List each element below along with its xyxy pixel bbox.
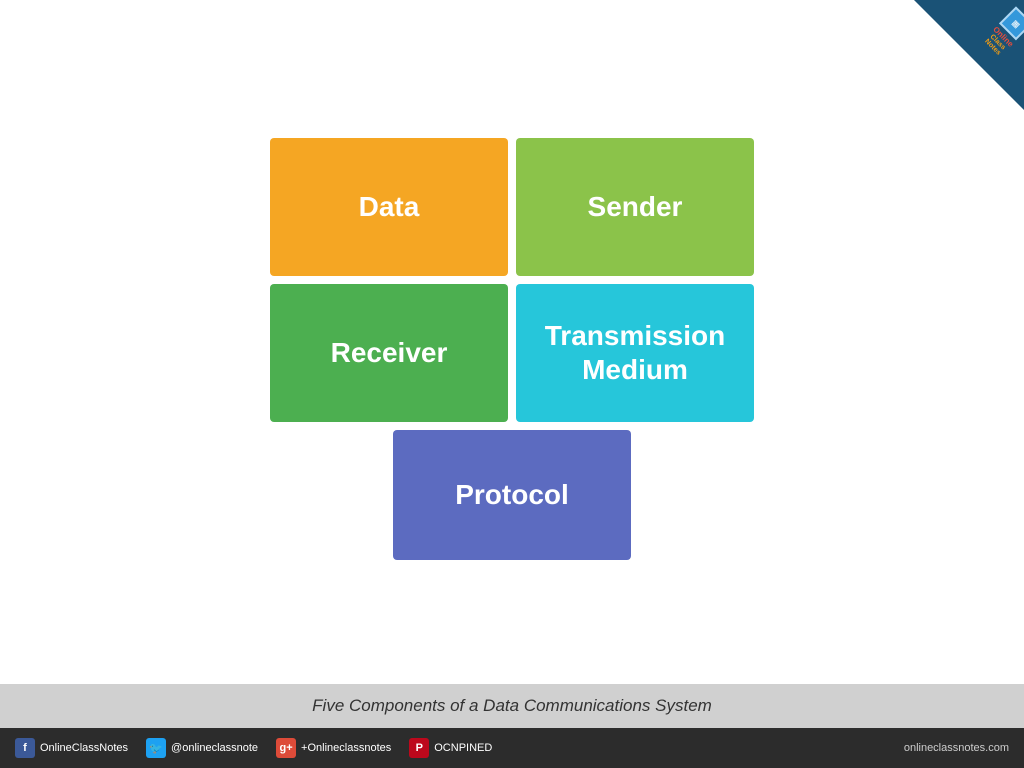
- transmission-line1: Transmission: [545, 320, 726, 351]
- twitter-icon: 🐦: [146, 738, 166, 758]
- boxes-container: Data Sender Receiver Transmission Medium…: [270, 138, 754, 560]
- footer-website: onlineclassnotes.com: [904, 742, 1009, 754]
- sender-box: Sender: [516, 138, 754, 276]
- corner-badge: ▦ Online Class Notes: [914, 0, 1024, 110]
- caption-bar: Five Components of a Data Communications…: [0, 684, 1024, 728]
- transmission-line2: Medium: [582, 354, 688, 385]
- twitter-label: @onlineclassnote: [171, 742, 258, 754]
- transmission-label: Transmission Medium: [545, 319, 726, 386]
- facebook-icon: f: [15, 738, 35, 758]
- pinterest-icon: P: [409, 738, 429, 758]
- footer-pinterest[interactable]: P OCNPINED: [409, 738, 492, 758]
- googleplus-icon: g+: [276, 738, 296, 758]
- footer: f OnlineClassNotes 🐦 @onlineclassnote g+…: [0, 728, 1024, 768]
- footer-googleplus[interactable]: g+ +Onlineclassnotes: [276, 738, 391, 758]
- protocol-box: Protocol: [393, 430, 631, 560]
- footer-twitter[interactable]: 🐦 @onlineclassnote: [146, 738, 258, 758]
- data-label: Data: [359, 190, 420, 224]
- receiver-box: Receiver: [270, 284, 508, 422]
- googleplus-label: +Onlineclassnotes: [301, 742, 391, 754]
- sender-label: Sender: [588, 190, 683, 224]
- main-content: Data Sender Receiver Transmission Medium…: [0, 0, 1024, 708]
- transmission-box: Transmission Medium: [516, 284, 754, 422]
- boxes-row-2: Receiver Transmission Medium: [270, 284, 754, 422]
- facebook-label: OnlineClassNotes: [40, 742, 128, 754]
- pinterest-label: OCNPINED: [434, 742, 492, 754]
- data-box: Data: [270, 138, 508, 276]
- boxes-row-3: Protocol: [393, 430, 631, 560]
- footer-left: f OnlineClassNotes 🐦 @onlineclassnote g+…: [15, 738, 492, 758]
- boxes-row-1: Data Sender: [270, 138, 754, 276]
- caption-text: Five Components of a Data Communications…: [312, 696, 712, 715]
- receiver-label: Receiver: [331, 336, 448, 370]
- protocol-label: Protocol: [455, 478, 569, 512]
- footer-facebook[interactable]: f OnlineClassNotes: [15, 738, 128, 758]
